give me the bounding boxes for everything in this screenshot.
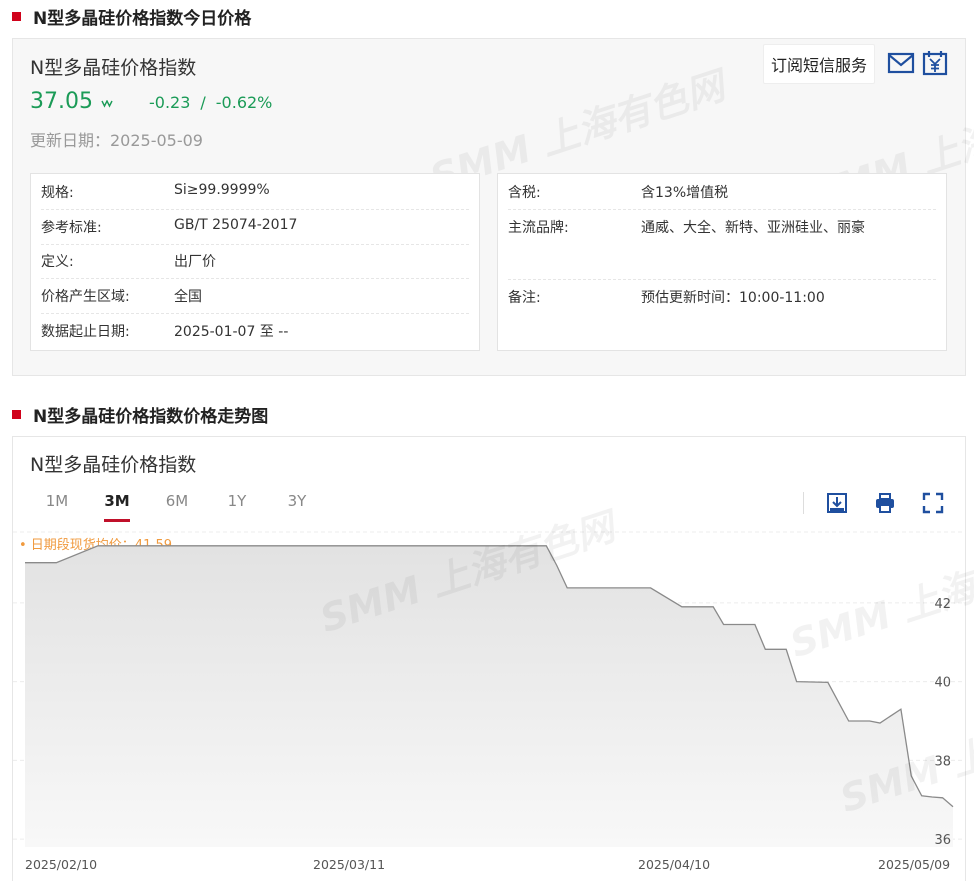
calendar-price-icon[interactable]	[921, 50, 949, 76]
section-title-text: N型多晶硅价格指数今日价格	[33, 4, 251, 29]
info-value: 含13%增值税	[641, 182, 728, 209]
x-tick-label: 2025/04/10	[638, 857, 710, 872]
info-value: 预估更新时间：10:00-11:00	[641, 287, 825, 315]
info-key: 备注:	[508, 287, 641, 315]
y-tick-label: 38	[934, 754, 951, 769]
section-marker	[12, 12, 21, 21]
price-change: -0.23	[149, 93, 190, 112]
price-panel: SMM 上海有色网 SMM 上海有色网 N型多晶硅价格指数 37.05 -0.2…	[12, 38, 966, 376]
x-tick-label: 2025/03/11	[313, 857, 385, 872]
info-row: 含税:含13%增值税	[508, 182, 936, 210]
y-tick-label: 36	[934, 833, 951, 848]
chart-panel: N型多晶硅价格指数 1M 3M 6M 1Y 3Y • 日期段现货均价：41.59…	[12, 436, 966, 881]
info-row: 主流品牌:通威、大全、新特、亚洲硅业、丽豪	[508, 217, 936, 280]
area-layer	[25, 546, 953, 847]
update-date: 更新日期：2025-05-09	[30, 127, 203, 151]
product-name: N型多晶硅价格指数	[30, 53, 196, 80]
info-row: 规格:Si≥99.9999%	[41, 182, 469, 210]
y-tick-label: 40	[934, 676, 951, 691]
x-tick-label: 2025/02/10	[25, 857, 97, 872]
price-trend-chart: 36384042 2025/02/102025/03/112025/04/102…	[13, 437, 965, 882]
info-box-left: 规格:Si≥99.9999% 参考标准:GB/T 25074-2017 定义:出…	[30, 173, 480, 351]
info-key: 价格产生区域:	[41, 286, 174, 313]
info-key: 数据起止日期:	[41, 321, 174, 345]
info-row: 定义:出厂价	[41, 251, 469, 279]
mail-icon[interactable]	[887, 50, 915, 76]
price-area	[25, 546, 953, 847]
x-tick-layer: 2025/02/10 2025/03/11 2025/04/10 2025/05/09	[25, 857, 950, 872]
section-title-today-price: N型多晶硅价格指数今日价格	[12, 4, 251, 29]
info-row: 备注:预估更新时间：10:00-11:00	[508, 287, 936, 315]
info-key: 定义:	[41, 251, 174, 278]
info-key: 含税:	[508, 182, 641, 209]
info-value: Si≥99.9999%	[174, 182, 270, 209]
section-marker	[12, 410, 21, 419]
info-value: 出厂价	[174, 251, 216, 278]
info-value: 通威、大全、新特、亚洲硅业、丽豪	[641, 217, 865, 279]
x-tick-label: 2025/05/09	[878, 857, 950, 872]
info-key: 参考标准:	[41, 217, 174, 244]
info-row: 数据起止日期:2025-01-07 至 --	[41, 321, 469, 345]
info-value: GB/T 25074-2017	[174, 217, 297, 244]
info-row: 价格产生区域:全国	[41, 286, 469, 314]
info-key: 规格:	[41, 182, 174, 209]
change-separator: /	[200, 93, 205, 112]
price-change-percent: -0.62%	[216, 93, 273, 112]
section-title-text: N型多晶硅价格指数价格走势图	[33, 402, 268, 427]
info-key: 主流品牌:	[508, 217, 641, 279]
info-value: 全国	[174, 286, 202, 313]
subscribe-sms-button[interactable]: 订阅短信服务	[763, 44, 875, 84]
y-tick-label: 42	[934, 597, 951, 612]
info-row: 参考标准:GB/T 25074-2017	[41, 217, 469, 245]
section-title-trend: N型多晶硅价格指数价格走势图	[12, 402, 268, 427]
current-price: 37.05	[30, 89, 93, 114]
info-value: 2025-01-07 至 --	[174, 321, 288, 345]
price-row: 37.05 -0.23 / -0.62%	[30, 89, 272, 114]
info-box-right: 含税:含13%增值税 主流品牌:通威、大全、新特、亚洲硅业、丽豪 备注:预估更新…	[497, 173, 947, 351]
down-arrow-icon	[101, 97, 113, 111]
